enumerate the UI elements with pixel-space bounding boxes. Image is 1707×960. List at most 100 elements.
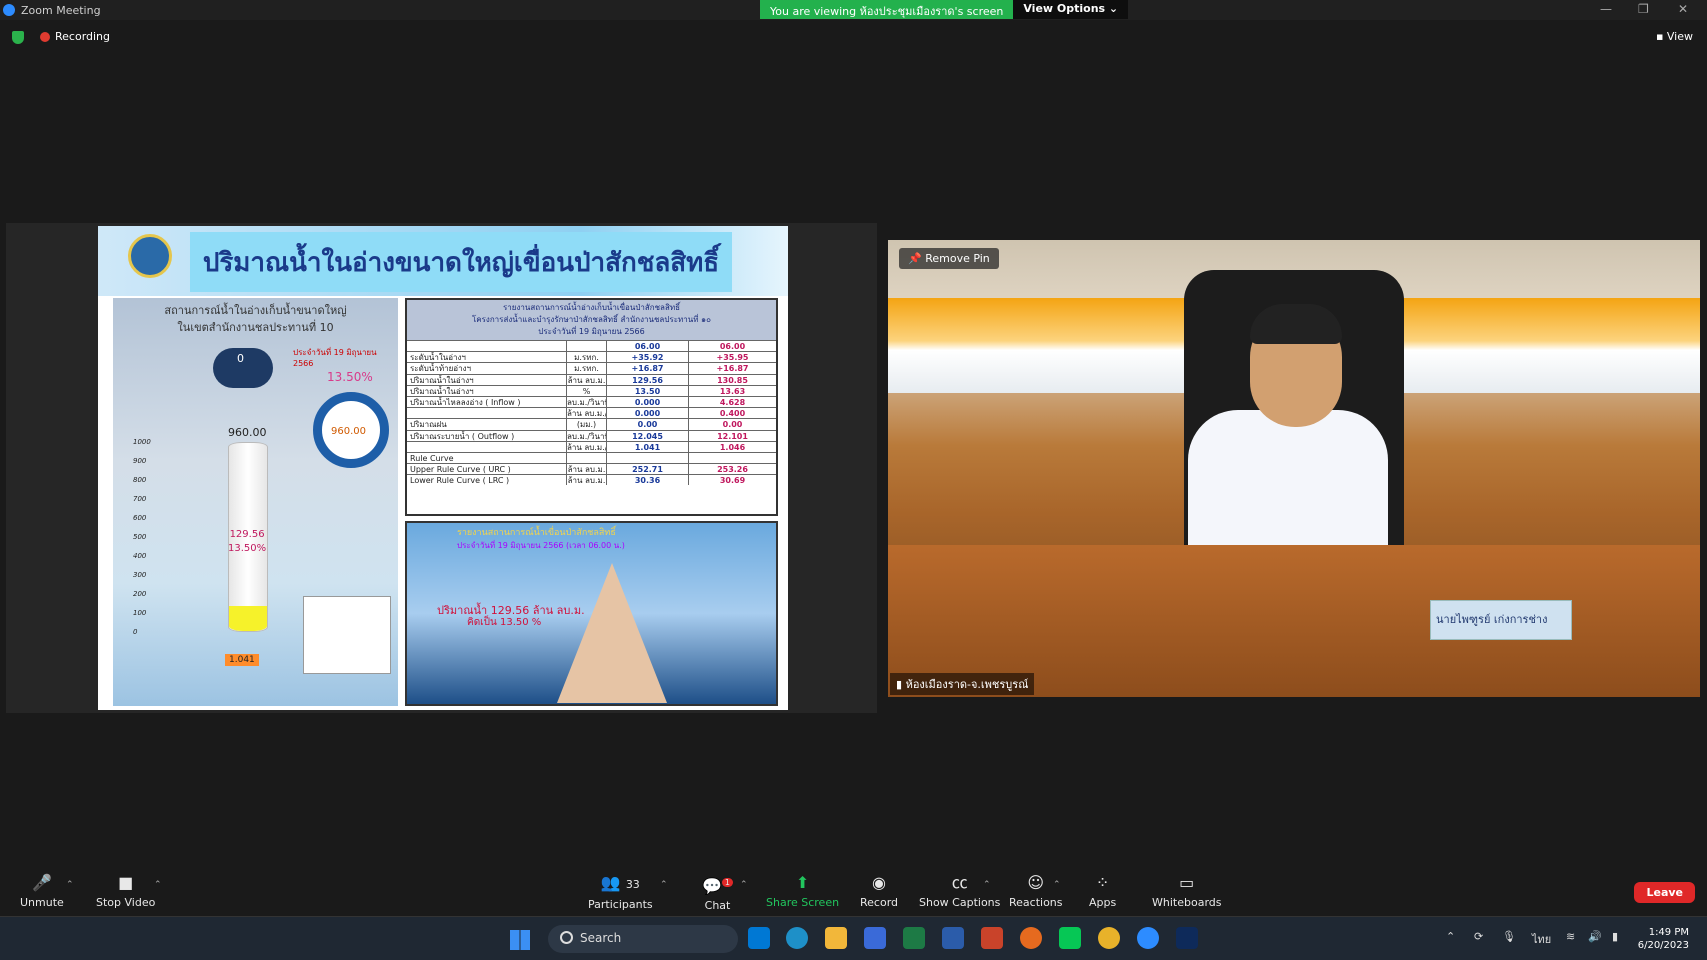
table-cell-a: 129.56 [607,374,689,385]
shared-screen: ปริมาณน้ำในอ่างขนาดใหญ่เขื่อนป่าสักชลสิท… [6,223,877,713]
chat-button[interactable]: 💬 1 Chat [702,874,734,912]
table-cell-a: 0.000 [607,408,689,419]
wifi-icon[interactable]: ≋ [1566,930,1575,943]
presentation-slide: ปริมาณน้ำในอ่างขนาดใหญ่เขื่อนป่าสักชลสิท… [98,226,788,710]
share-screen-button[interactable]: ⬆ Share Screen [766,874,840,910]
table-header: รายงานสถานการณ์น้ำอ่างเก็บน้ำเขื่อนป่าสั… [407,300,776,340]
windows-taskbar: Search ⌃ ⟳ 🎙 ไทย ≋ 🔊 ▮ 1:49 PM 6/20/2023 [0,916,1707,960]
table-cell-b: 1.046 [719,442,746,452]
powerpoint-icon[interactable] [981,927,1003,949]
taskbar-search[interactable]: Search [548,925,738,953]
mail-app-icon[interactable] [748,927,770,949]
table-row: ปริมาณฝน (มม.) 0.00 0.00 [407,418,776,430]
firefox-icon[interactable] [1020,927,1042,949]
apps-button[interactable]: ⁘ Apps [1089,874,1116,910]
table-cell-b: 12.101 [717,431,748,441]
store-app-icon[interactable] [864,927,886,949]
share-screen-label: Share Screen [766,896,840,909]
whiteboards-label: Whiteboards [1152,896,1222,909]
water-report-table: รายงานสถานการณ์น้ำอ่างเก็บน้ำเขื่อนป่าสั… [405,298,778,516]
windows-start-icon[interactable] [510,930,530,950]
whiteboard-icon: ▭ [1179,873,1195,892]
clock-date: 6/20/2023 [1637,940,1689,951]
table-cell-b: 0.400 [719,409,746,419]
participant-name: ▮ ห้องเมืองราด-จ.เพชรบูรณ์ [890,673,1035,695]
chat-chevron-icon[interactable]: ⌃ [740,880,748,890]
slide-legend [303,596,391,674]
viewing-text: You are viewing ห้องประชุมเมืองราด's scr… [760,0,1014,19]
excel-icon[interactable] [903,927,925,949]
sync-icon[interactable]: ⟳ [1474,930,1483,943]
participants-chevron-icon[interactable]: ⌃ [660,880,668,890]
table-cell-unit: ล้าน ลบ.ม./วัน [567,441,607,452]
language-indicator[interactable]: ไทย [1532,930,1551,948]
remove-pin-button[interactable]: 📌 Remove Pin [899,248,999,269]
table-row: ล้าน ลบ.ม./วัน0.000 0.400 [407,407,776,419]
video-options-chevron-icon[interactable]: ⌃ [154,880,162,890]
panel-title-line2: ในเขตสำนักงานชลประทานที่ 10 [177,321,334,334]
video-camera-icon: ■ [118,873,134,892]
restore-icon[interactable]: ❐ [1638,2,1649,16]
whiteboards-button[interactable]: ▭ Whiteboards [1152,873,1222,910]
y-tick-label: 200 [133,590,147,598]
record-icon: ◉ [872,873,886,892]
time-b: 06.00 [719,342,746,351]
recording-indicator[interactable]: Recording [40,30,110,43]
table-cell-unit [567,452,607,464]
y-tick-label: 300 [133,571,147,579]
inflow-value: 0 [237,352,244,365]
volume-icon[interactable]: 🔊 [1588,930,1602,943]
table-cell-label: Upper Rule Curve ( URC ) [407,464,567,475]
taskbar-clock[interactable]: 1:49 PM 6/20/2023 [1638,926,1689,952]
record-button[interactable]: ◉ Record [860,873,898,910]
percent-label: 13.50% [327,370,373,384]
close-icon[interactable]: ✕ [1678,2,1688,16]
remove-pin-label: Remove Pin [925,252,990,265]
battery-icon[interactable]: ▮ [1612,930,1618,943]
view-options-button[interactable]: View Options ⌄ [1013,0,1129,19]
dam-date: ประจำวันที่ 19 มิถุนายน 2566 (เวลา 06.00… [457,541,625,550]
table-header-line3: ประจำวันที่ 19 มิถุนายน 2566 [538,327,645,336]
table-cell-a: 252.71 [607,464,689,475]
table-cell-a: 12.045 [607,430,689,441]
table-cell-label [407,408,567,419]
edge-browser-icon[interactable] [786,927,808,949]
line-app-icon[interactable] [1059,927,1081,949]
reactions-chevron-icon[interactable]: ⌃ [1053,880,1061,890]
unmute-button[interactable]: 🎤 Unmute [20,874,64,910]
microphone-tray-icon[interactable]: 🎙 [1502,930,1516,943]
show-captions-label: Show Captions [919,896,1001,909]
table-header-line2: โครงการส่งน้ำและบำรุงรักษาป่าสักชลสิทธิ์… [471,315,712,324]
table-cell-b: +16.87 [716,364,749,374]
security-shield-icon[interactable] [12,31,24,44]
participant-video-tile[interactable]: นายไพฑูรย์ เก่งการช่าง 📌 Remove Pin ▮ ห้… [888,240,1700,697]
search-icon [560,931,573,944]
dam-cross-section [557,563,667,703]
chrome-icon[interactable] [1098,927,1120,949]
audio-options-chevron-icon[interactable]: ⌃ [66,880,74,890]
leave-button[interactable]: Leave [1634,882,1695,903]
view-options-label: View Options [1023,2,1106,15]
table-cell-unit: (มม.) [567,419,607,430]
word-icon[interactable] [942,927,964,949]
stop-video-button[interactable]: ■ Stop Video [96,873,155,910]
zoom-taskbar-icon[interactable] [1137,927,1159,949]
minimize-icon[interactable]: — [1600,2,1612,16]
participants-button[interactable]: 👥 33 Participants [588,874,653,912]
table-cell-unit: % [567,385,607,396]
photoshop-icon[interactable] [1176,927,1198,949]
view-button[interactable]: ▪ View [1656,30,1693,43]
reservoir-panel: สถานการณ์น้ำในอ่างเก็บน้ำขนาดใหญ่ ในเขตส… [113,298,398,706]
table-cell-unit: ม.รทก. [567,363,607,374]
tray-chevron-icon[interactable]: ⌃ [1446,930,1455,943]
table-cell-b: 0.00 [722,420,743,430]
table-cell-unit: ล้าน ลบ.ม. [567,475,607,486]
captions-chevron-icon[interactable]: ⌃ [983,880,991,890]
recording-label: Recording [55,30,111,43]
record-dot-icon [40,31,50,42]
capacity-value: 960.00 [228,426,267,439]
file-explorer-icon[interactable] [825,927,847,949]
viewing-banner: You are viewing ห้องประชุมเมืองราด's scr… [760,0,1129,19]
participant-count: 33 [625,878,640,891]
table-row: Lower Rule Curve ( LRC ) ล้าน ลบ.ม. 30.36 3… [407,474,776,486]
